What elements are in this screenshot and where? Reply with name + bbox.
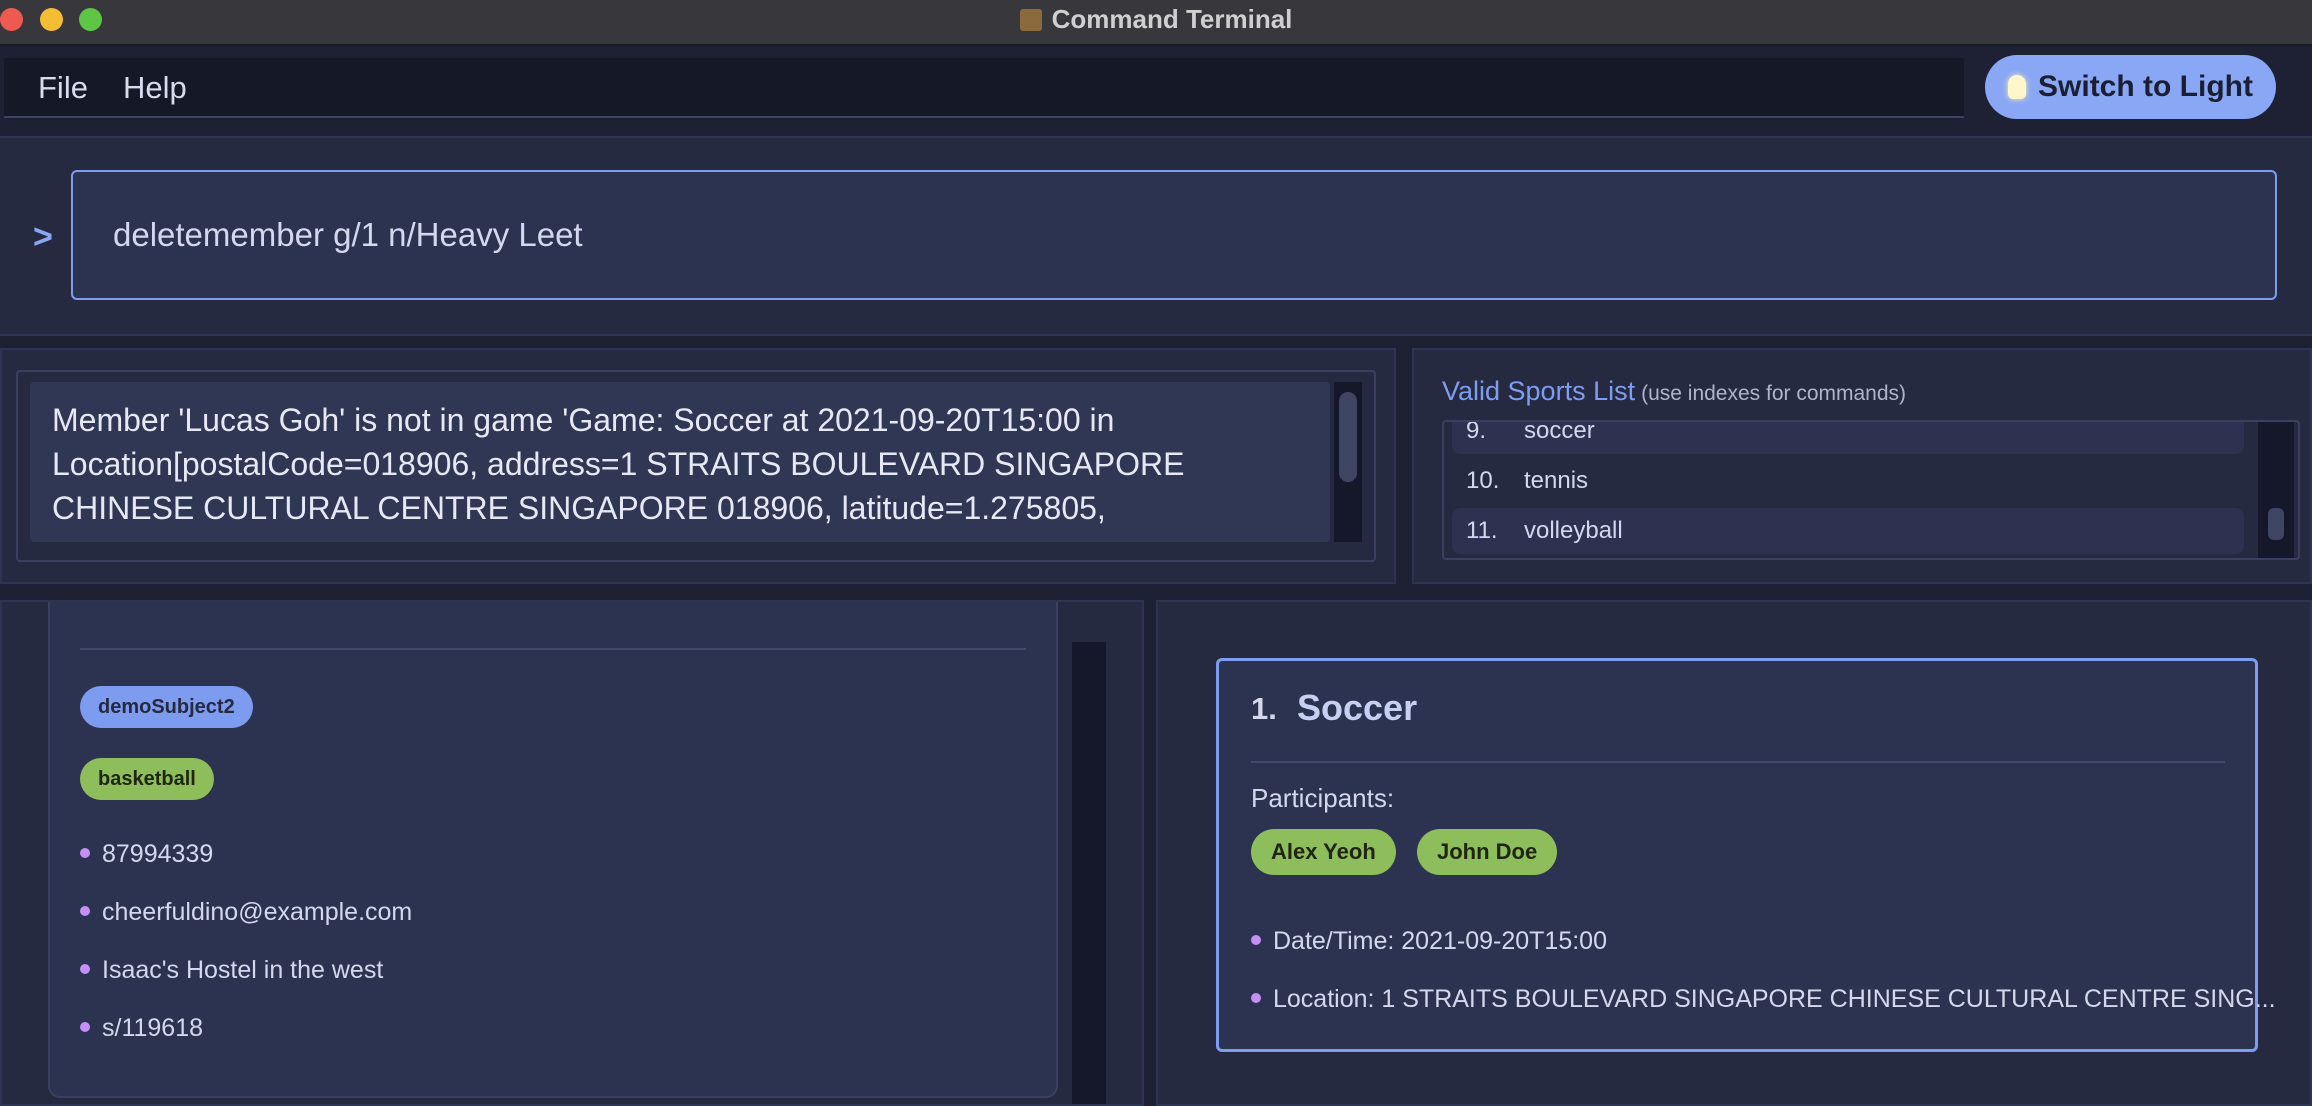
window-titlebar: Command Terminal	[0, 0, 2312, 46]
postal-value: s/119618	[102, 1014, 204, 1042]
sport-index: 10.	[1466, 467, 1500, 494]
list-item[interactable]: 11. volleyball	[1452, 508, 2244, 554]
participants-label: Participants:	[1251, 783, 1395, 813]
command-input[interactable]	[71, 170, 2277, 300]
sports-heading: Valid Sports List (use indexes for comman…	[1442, 376, 1906, 407]
game-list-panel: 1. Soccer Participants: Alex Yeoh John D…	[1156, 600, 2312, 1106]
window-title: Command Terminal	[1051, 4, 1293, 34]
sport-name: soccer	[1524, 420, 1595, 444]
sports-hint: (use indexes for commands)	[1641, 382, 1907, 405]
sports-title: Valid Sports List	[1442, 376, 1636, 406]
result-panel: Member 'Lucas Goh' is not in game 'Game:…	[0, 348, 1396, 584]
window-title-container: Command Terminal	[0, 3, 2312, 35]
email-value: cheerfuldino@example.com	[102, 898, 413, 926]
card-divider	[1251, 761, 2225, 763]
result-display[interactable]: Member 'Lucas Goh' is not in game 'Game:…	[30, 382, 1330, 542]
result-frame: Member 'Lucas Goh' is not in game 'Game:…	[16, 370, 1376, 562]
game-datetime: Date/Time: 2021-09-20T15:00	[1251, 927, 1607, 956]
list-item[interactable]: 9. soccer	[1452, 420, 2244, 454]
game-index: 1.	[1251, 691, 1277, 726]
sport-index: 11.	[1466, 517, 1498, 544]
bullet-icon	[80, 964, 90, 974]
member-phone: 87994339	[80, 840, 213, 869]
sport-name: tennis	[1524, 467, 1589, 494]
sports-scrollbar[interactable]	[2258, 422, 2294, 558]
command-section: >	[0, 136, 2312, 336]
sports-list: 9. soccer 10. tennis 11. volleyball	[1442, 420, 2300, 560]
participant-tag: John Doe	[1417, 829, 1558, 875]
member-tag: demoSubject2	[80, 686, 253, 728]
datetime-value: Date/Time: 2021-09-20T15:00	[1273, 927, 1607, 955]
address-value: Isaac's Hostel in the west	[102, 956, 384, 984]
sports-panel: Valid Sports List (use indexes for comman…	[1412, 348, 2312, 584]
member-address: Isaac's Hostel in the west	[80, 956, 383, 985]
location-value: Location: 1 STRAITS BOULEVARD SINGAPORE …	[1273, 985, 2276, 1013]
member-email: cheerfuldino@example.com	[80, 898, 412, 927]
switch-theme-label: Switch to Light	[2038, 70, 2253, 103]
prompt-symbol: >	[33, 218, 53, 256]
bullet-icon	[1251, 935, 1261, 945]
game-name: Soccer	[1297, 687, 1418, 728]
list-item[interactable]: 10. tennis	[1452, 458, 2244, 504]
menu-help[interactable]: Help	[123, 70, 187, 106]
sport-name: volleyball	[1524, 517, 1623, 544]
menu-file[interactable]: File	[38, 70, 88, 106]
bullet-icon	[1251, 993, 1261, 1003]
game-card[interactable]: 1. Soccer Participants: Alex Yeoh John D…	[1216, 658, 2276, 1052]
card-divider	[80, 648, 1026, 650]
result-text: Member 'Lucas Goh' is not in game 'Game:…	[52, 402, 1185, 526]
sport-tag: basketball	[80, 758, 214, 800]
member-list-panel: demoSubject2 basketball 87994339 cheerfu…	[0, 600, 1144, 1106]
bullet-icon	[80, 1022, 90, 1032]
member-postal: s/119618	[80, 1014, 203, 1043]
lightbulb-icon	[2008, 75, 2027, 99]
participant-tag: Alex Yeoh	[1251, 829, 1396, 875]
app-icon	[1019, 9, 1042, 31]
bullet-icon	[80, 848, 90, 858]
member-card[interactable]: demoSubject2 basketball 87994339 cheerfu…	[48, 602, 1058, 1098]
sport-index: 9.	[1466, 420, 1487, 444]
game-location: Location: 1 STRAITS BOULEVARD SINGAPORE …	[1251, 985, 2276, 1014]
bullet-icon	[80, 906, 90, 916]
menu-bar: File Help	[4, 58, 1964, 118]
result-scrollbar[interactable]	[1334, 382, 1362, 542]
member-list-scrollbar[interactable]	[1072, 642, 1106, 1104]
result-scrollbar-thumb[interactable]	[1339, 392, 1357, 482]
phone-value: 87994339	[102, 840, 214, 868]
sports-scrollbar-thumb[interactable]	[2268, 508, 2284, 540]
switch-theme-button[interactable]: Switch to Light	[1985, 55, 2276, 119]
